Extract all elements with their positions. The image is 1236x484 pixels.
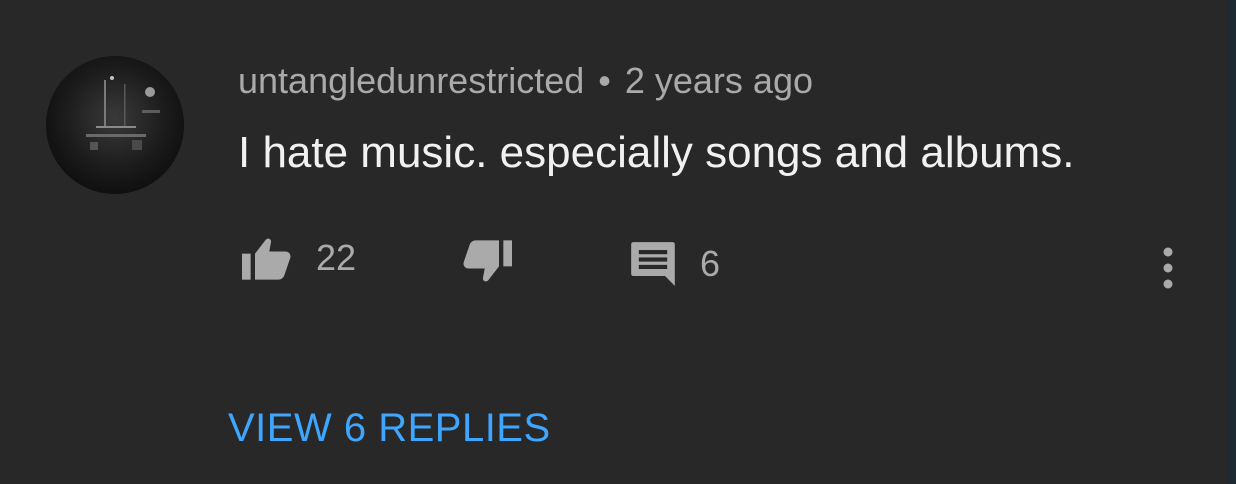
thumbs-up-icon xyxy=(242,238,291,280)
reply-button[interactable]: 6 xyxy=(628,240,720,288)
avatar[interactable] xyxy=(46,56,184,194)
scrollbar-edge xyxy=(1228,0,1236,484)
comment-text: I hate music. especially songs and album… xyxy=(238,128,1075,177)
comment-timestamp[interactable]: 2 years ago xyxy=(625,60,813,101)
dislike-button[interactable] xyxy=(460,240,512,284)
comment-meta: untangledunrestricted • 2 years ago xyxy=(238,60,813,102)
avatar-image xyxy=(46,56,184,194)
like-count: 22 xyxy=(316,237,357,278)
comment-icon xyxy=(631,242,675,286)
author-name[interactable]: untangledunrestricted xyxy=(238,60,584,101)
like-button[interactable]: 22 xyxy=(242,236,356,280)
reply-count: 6 xyxy=(700,243,721,284)
view-replies-link[interactable]: VIEW 6 REPLIES xyxy=(228,406,551,451)
meta-separator: • xyxy=(598,60,611,101)
comment-thread: untangledunrestricted • 2 years ago I hate… xyxy=(0,0,1236,484)
thumbs-down-icon xyxy=(463,240,512,282)
more-vertical-icon xyxy=(1163,247,1173,289)
more-options-button[interactable] xyxy=(1158,244,1178,292)
comment-actions: 22 6 xyxy=(238,232,1198,292)
